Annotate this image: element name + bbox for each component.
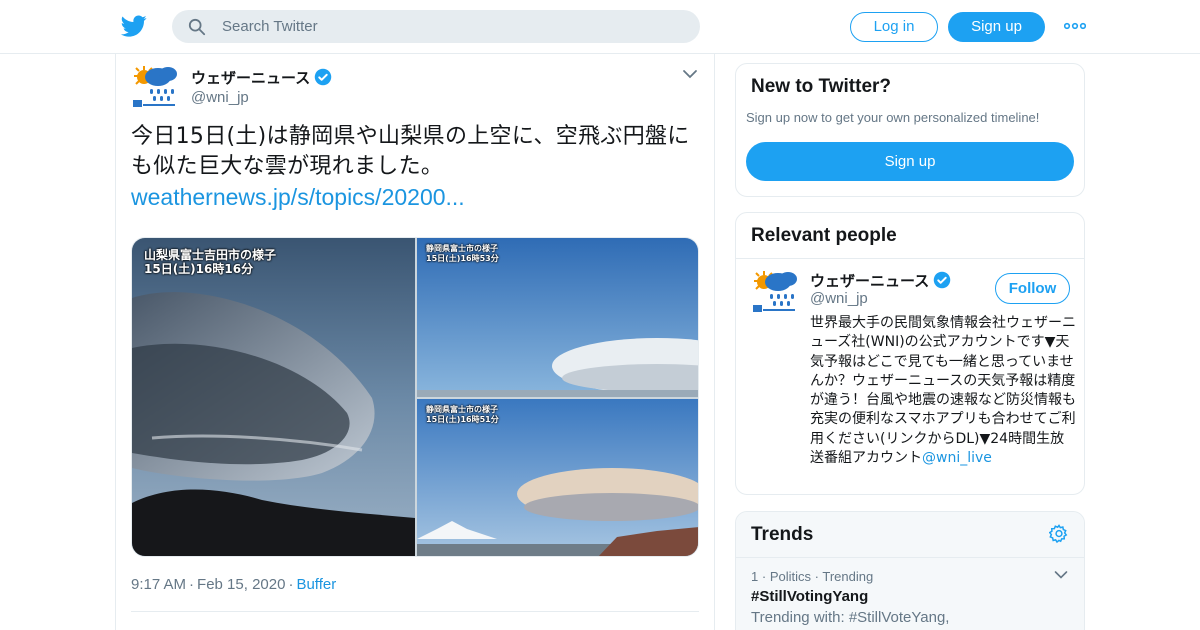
- tweet-source[interactable]: Buffer: [296, 576, 336, 593]
- more-dots-icon[interactable]: [1064, 18, 1086, 34]
- author-name[interactable]: ウェザーニュース: [191, 67, 332, 88]
- trend-category: Politics: [769, 569, 812, 584]
- tweet-media[interactable]: 山梨県富士吉田市の様子 15日(土)16時16分 静岡県富士市の様子 15日(土…: [131, 237, 699, 557]
- new-to-twitter-title: New to Twitter?: [751, 76, 892, 97]
- photo-2-caption: 静岡県富士市の様子 15日(土)16時53分: [426, 244, 499, 264]
- meta-separator: ·: [288, 576, 294, 593]
- new-to-twitter-card: New to Twitter? Sign up now to get your …: [735, 63, 1085, 197]
- tweet-link[interactable]: weathernews.jp/s/topics/20200...: [131, 182, 465, 212]
- chevron-down-icon[interactable]: [1054, 570, 1068, 580]
- signup-button[interactable]: Sign up: [948, 12, 1045, 42]
- trends-card: Trends 1 · Politics · Trending #StillVot…: [735, 511, 1085, 630]
- tweet-column: ウェザーニュース @wni_jp 今日15日(土)は静岡県や山梨県の上空に、空飛…: [115, 54, 715, 630]
- search-icon: [188, 18, 206, 36]
- trends-header: Trends: [736, 512, 1084, 558]
- photo-3-caption-line1: 静岡県富士市の様子: [426, 405, 498, 414]
- trend-meta-separator: ·: [761, 569, 767, 584]
- avatar[interactable]: [751, 268, 801, 318]
- people-name[interactable]: ウェザーニュース: [810, 270, 951, 291]
- trend-status: Trending: [822, 569, 874, 584]
- trend-with: Trending with: #StillVoteYang,: [751, 609, 950, 626]
- trends-title: Trends: [751, 524, 814, 545]
- author-name-text[interactable]: ウェザーニュース: [191, 69, 310, 87]
- tweet-date[interactable]: Feb 15, 2020: [197, 576, 285, 593]
- photo-1-caption-line2: 15日(土)16時16分: [144, 262, 254, 276]
- photo-1-caption-line1: 山梨県富士吉田市の様子: [144, 248, 277, 262]
- trend-meta-separator: ·: [814, 569, 819, 584]
- people-bio: 世界最大手の民間気象情報会社ウェザーニューズ社(WNI)の公式アカウントです▼天…: [810, 314, 1076, 468]
- twitter-bird-icon[interactable]: [120, 13, 148, 39]
- tweet-text: 今日15日(土)は静岡県や山梨県の上空に、空飛ぶ円盤にも似た巨大な雲が現れました…: [131, 124, 690, 179]
- author-handle[interactable]: @wni_jp: [191, 89, 249, 106]
- bio-mention-link[interactable]: @wni_live: [922, 450, 992, 466]
- photo-3[interactable]: 静岡県富士市の様子 15日(土)16時51分: [417, 399, 698, 556]
- meta-separator: ·: [189, 576, 195, 593]
- relevant-people-header: Relevant people: [736, 213, 1084, 259]
- relevant-people-card: Relevant people ウェザーニュース @wni_jp Follow …: [735, 212, 1085, 495]
- divider: [131, 611, 699, 612]
- chevron-down-icon[interactable]: [682, 68, 698, 80]
- top-navigation-bar: Log in Sign up: [0, 0, 1200, 54]
- gear-icon[interactable]: [1049, 524, 1069, 544]
- follow-button[interactable]: Follow: [995, 273, 1070, 304]
- verified-badge-icon: [315, 68, 332, 86]
- photo-3-caption-line2: 15日(土)16時51分: [426, 415, 499, 424]
- avatar[interactable]: [131, 63, 181, 113]
- search-input[interactable]: [222, 10, 682, 43]
- verified-badge-icon: [934, 271, 951, 289]
- photo-2[interactable]: 静岡県富士市の様子 15日(土)16時53分: [417, 238, 698, 397]
- tweet-meta: 9:17 AM · Feb 15, 2020 · Buffer: [131, 576, 336, 593]
- photo-1[interactable]: 山梨県富士吉田市の様子 15日(土)16時16分: [132, 238, 415, 556]
- search-box[interactable]: [172, 10, 700, 43]
- relevant-people-title: Relevant people: [751, 225, 897, 246]
- photo-3-caption: 静岡県富士市の様子 15日(土)16時51分: [426, 405, 499, 425]
- photo-2-caption-line1: 静岡県富士市の様子: [426, 244, 498, 253]
- login-button[interactable]: Log in: [850, 12, 938, 42]
- signup-button-large[interactable]: Sign up: [746, 142, 1074, 181]
- tweet-time[interactable]: 9:17 AM: [131, 576, 186, 593]
- trend-meta: 1 · Politics · Trending: [751, 569, 873, 584]
- trend-item[interactable]: #StillVotingYang: [751, 588, 868, 605]
- people-bio-text: 世界最大手の民間気象情報会社ウェザーニューズ社(WNI)の公式アカウントです▼天…: [810, 315, 1076, 467]
- people-name-text[interactable]: ウェザーニュース: [810, 272, 929, 290]
- people-handle[interactable]: @wni_jp: [810, 290, 868, 307]
- trend-rank: 1: [751, 569, 759, 584]
- photo-2-caption-line2: 15日(土)16時53分: [426, 254, 499, 263]
- photo-1-caption: 山梨県富士吉田市の様子 15日(土)16時16分: [144, 248, 276, 276]
- new-to-twitter-subtitle: Sign up now to get your own personalized…: [746, 110, 1040, 125]
